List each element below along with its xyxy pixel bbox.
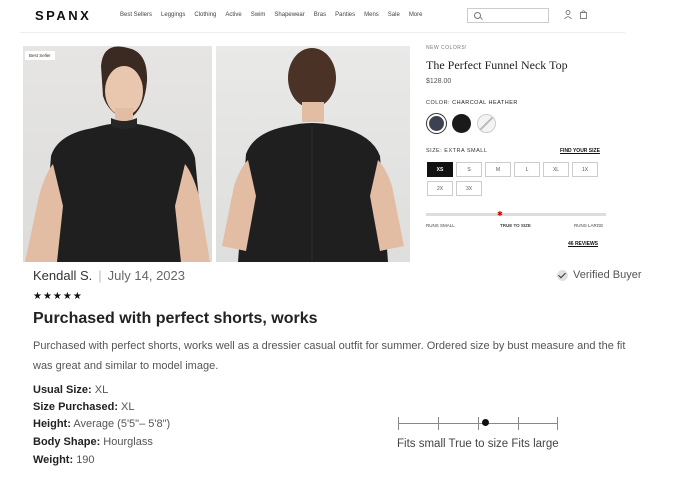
spanx-logo[interactable]: SPANX — [35, 8, 91, 23]
attr-height: Height: Average (5'5"– 5'8") — [33, 418, 171, 430]
nav-clothing[interactable]: Clothing — [194, 12, 216, 18]
attr-weight: Weight: 190 — [33, 454, 95, 466]
fit-true-to-size-label: TRUE TO SIZE — [500, 223, 531, 228]
find-your-size-link[interactable]: FIND YOUR SIZE — [560, 148, 600, 154]
nav-best-sellers[interactable]: Best Sellers — [120, 12, 152, 18]
nav-active[interactable]: Active — [225, 12, 241, 18]
nav-more[interactable]: More — [409, 12, 423, 18]
nav-bras[interactable]: Bras — [314, 12, 326, 18]
nav-panties[interactable]: Panties — [335, 12, 355, 18]
size-1x-button[interactable]: 1X — [572, 162, 598, 177]
fit-marker-icon: ✱ — [497, 211, 503, 218]
product-price: $128.00 — [426, 78, 452, 85]
nav-leggings[interactable]: Leggings — [161, 12, 185, 18]
color-value: CHARCOAL HEATHER — [452, 100, 518, 106]
swatch-black[interactable] — [452, 114, 471, 133]
size-3x-button[interactable]: 3X — [456, 181, 482, 196]
attr-usual-size: Usual Size: XL — [33, 384, 109, 396]
review-date: July 14, 2023 — [107, 268, 185, 283]
search-input[interactable] — [467, 8, 549, 23]
size-label: SIZE: EXTRA SMALL — [426, 148, 488, 154]
product-image-back[interactable] — [216, 46, 410, 262]
size-m-button[interactable]: M — [485, 162, 511, 177]
fit-meter — [426, 213, 606, 216]
reviews-link[interactable]: 46 REVIEWS — [568, 241, 598, 247]
bag-icon[interactable] — [580, 10, 587, 19]
check-icon — [557, 269, 568, 281]
product-title: The Perfect Funnel Neck Top — [426, 58, 568, 72]
best-seller-badge: Best Seller — [25, 51, 55, 60]
fit-scale-labels: Fits small True to size Fits large — [397, 438, 559, 450]
reviewer-line: Kendall S. | July 14, 2023 — [33, 268, 185, 283]
main-nav: Best Sellers Leggings Clothing Active Sw… — [120, 12, 431, 18]
size-l-button[interactable]: L — [514, 162, 540, 177]
nav-sale[interactable]: Sale — [388, 12, 400, 18]
swatch-charcoal-heather[interactable] — [427, 114, 446, 133]
review-body: Purchased with perfect shorts, works wel… — [33, 340, 626, 372]
attr-body-shape: Body Shape: Hourglass — [33, 436, 153, 448]
header-divider — [20, 32, 625, 33]
reviewer-name: Kendall S. — [33, 268, 93, 283]
star-rating: ★★★★★ — [33, 291, 83, 302]
size-value: EXTRA SMALL — [444, 148, 488, 154]
size-2x-button[interactable]: 2X — [427, 181, 453, 196]
color-label: COLOR: CHARCOAL HEATHER — [426, 100, 518, 106]
name-date-separator: | — [98, 268, 102, 283]
nav-shapewear[interactable]: Shapewear — [274, 12, 304, 18]
verified-buyer-badge: Verified Buyer — [557, 269, 641, 281]
size-xl-button[interactable]: XL — [543, 162, 569, 177]
new-colors-label: NEW COLORS! — [426, 45, 468, 51]
review-title: Purchased with perfect shorts, works — [33, 310, 318, 327]
search-icon — [474, 12, 481, 19]
nav-swim[interactable]: Swim — [251, 12, 266, 18]
size-xs-button[interactable]: XS — [427, 162, 453, 177]
product-image-front[interactable] — [23, 46, 212, 262]
fit-runs-large-label: RUNS LARGE — [574, 223, 604, 228]
account-icon[interactable] — [564, 10, 572, 19]
swatch-white-unavailable[interactable] — [477, 114, 496, 133]
fit-scale — [398, 416, 558, 430]
fit-scale-marker — [482, 419, 489, 426]
attr-size-purchased: Size Purchased: XL — [33, 401, 135, 413]
nav-mens[interactable]: Mens — [364, 12, 379, 18]
size-s-button[interactable]: S — [456, 162, 482, 177]
fit-runs-small-label: RUNS SMALL — [426, 223, 455, 228]
